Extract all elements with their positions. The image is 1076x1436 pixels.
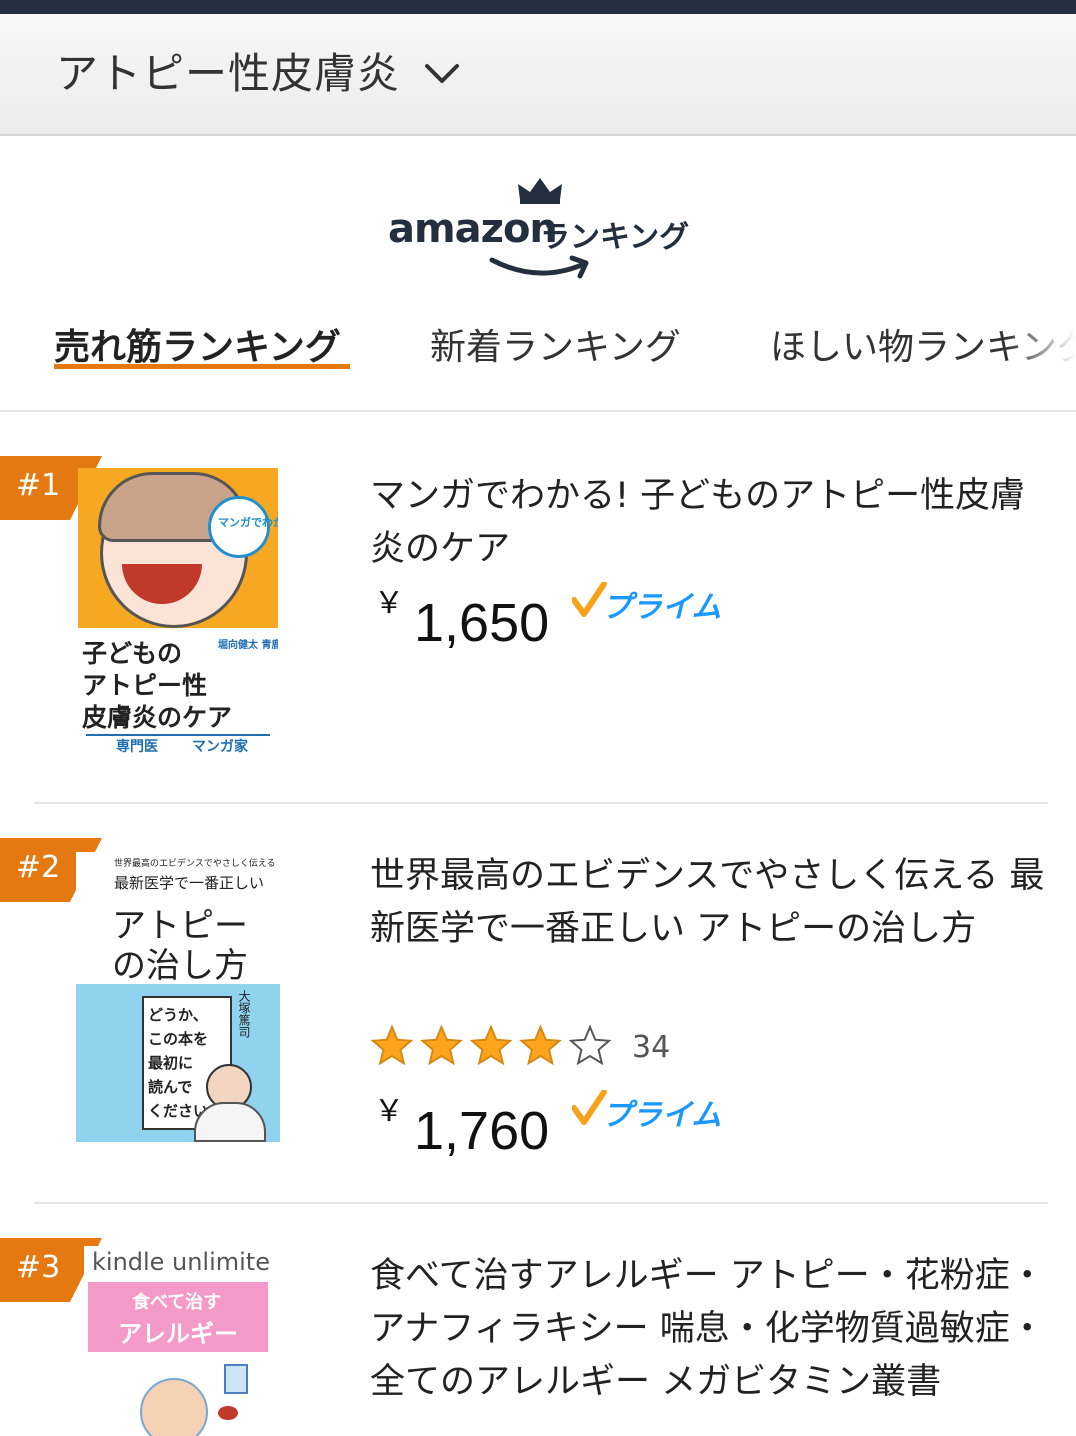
item-title[interactable]: マンガでわかる! 子どものアトピー性皮膚炎のケア (370, 470, 1050, 576)
star-filled-icon (370, 1024, 414, 1066)
amazon-ranking-logo: amazon ランキング (388, 176, 698, 286)
prime-badge: プライム (571, 581, 722, 626)
book-cover-2[interactable]: 世界最高のエビデンスでやさしく伝える 最新医学で一番正しい アトピー の治し方 … (76, 852, 280, 1142)
ranking-item-2[interactable]: #2 世界最高のエビデンスでやさしく伝える 最新医学で一番正しい アトピー の治… (0, 804, 1076, 1204)
ranking-item-1[interactable]: #1 マンガでわかる! 子どもの アトピー性 皮膚炎のケア 堀向健太 青鹿ユウ … (0, 412, 1076, 804)
item-price: ￥ 1,650 (374, 586, 550, 653)
star-empty-icon (568, 1024, 612, 1066)
tab-bestsellers[interactable]: 売れ筋ランキング (54, 318, 341, 370)
chevron-down-icon[interactable] (424, 62, 460, 86)
review-count[interactable]: 34 (632, 1030, 670, 1065)
category-title: アトピー性皮膚炎 (56, 49, 401, 98)
status-bar (0, 0, 1076, 14)
ranking-tabs: 売れ筋ランキング 新着ランキング ほしい物ランキング (0, 312, 1076, 412)
item-title[interactable]: 世界最高のエビデンスでやさしく伝える 最新医学で一番正しい アトピーの治し方 (370, 850, 1050, 956)
category-header[interactable]: アトピー性皮膚炎 (0, 14, 1076, 136)
book-cover-1[interactable]: マンガでわかる! 子どもの アトピー性 皮膚炎のケア 堀向健太 青鹿ユウ 専門医… (78, 468, 278, 756)
item-title[interactable]: 食べて治すアレルギー アトピー・花粉症・アナフィラキシー 喘息・化学物質過敏症・… (370, 1250, 1050, 1409)
crown-icon (518, 178, 562, 204)
book-cover-3[interactable]: kindle unlimited 食べて治す アレルギー (84, 1246, 270, 1436)
star-filled-icon (469, 1024, 513, 1066)
amazon-smile-icon (489, 255, 589, 279)
prime-badge: プライム (571, 1089, 722, 1134)
active-tab-indicator (54, 364, 350, 369)
ranking-item-3[interactable]: #3 kindle unlimited 食べて治す アレルギー 食べて治すアレル… (0, 1204, 1076, 1436)
rating-stars (370, 1024, 620, 1072)
ranking-wordmark: ランキング (540, 220, 690, 255)
item-price: ￥ 1,760 (374, 1094, 550, 1161)
star-rating-icon (370, 1024, 612, 1066)
star-filled-icon (519, 1024, 562, 1066)
tab-new-releases[interactable]: 新着ランキング (430, 318, 681, 370)
amazon-wordmark: amazon (388, 206, 558, 252)
star-filled-icon (420, 1024, 463, 1066)
